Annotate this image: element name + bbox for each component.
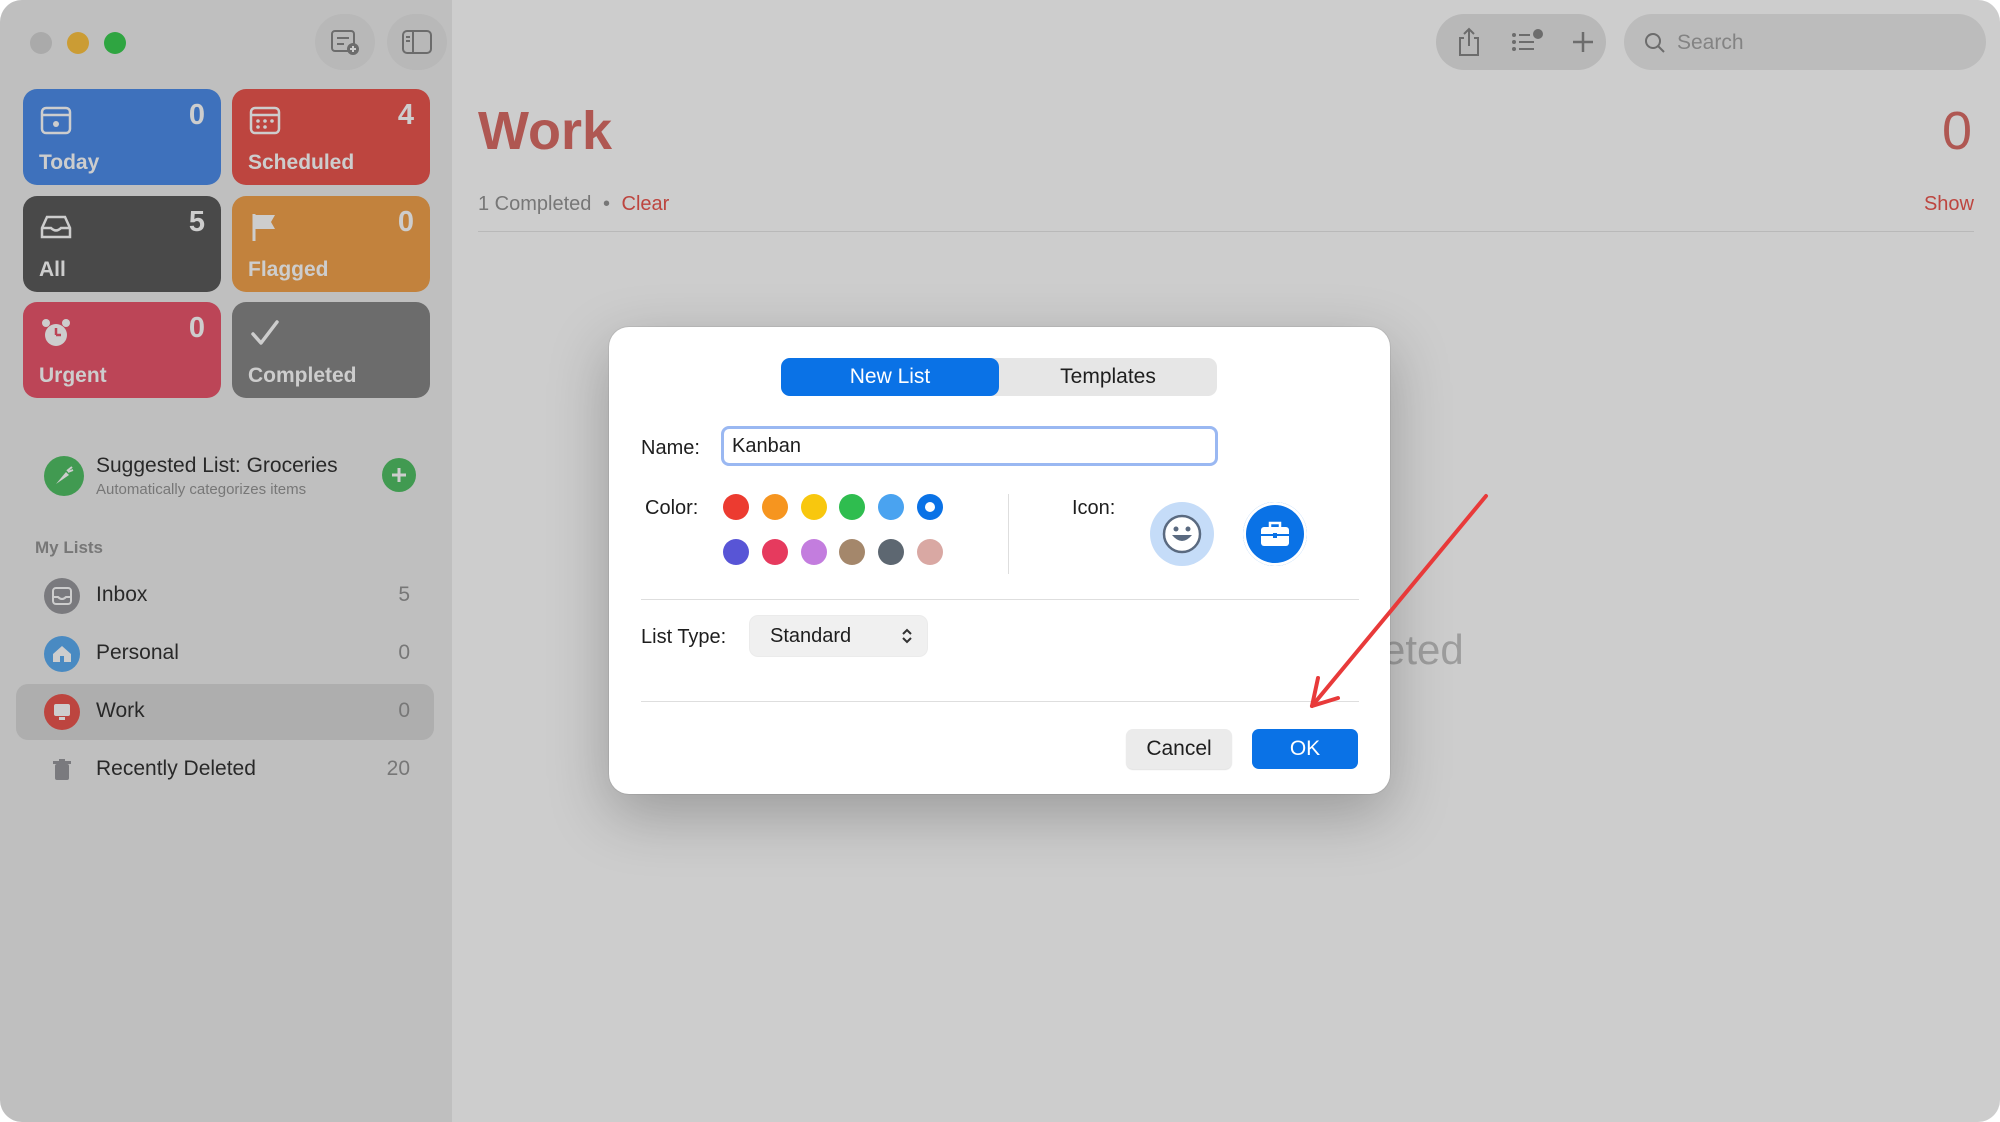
- color-swatch-light-blue[interactable]: [878, 494, 904, 520]
- tab-templates[interactable]: Templates: [999, 358, 1217, 396]
- list-type-label: List Type:: [641, 626, 727, 648]
- color-swatch-green[interactable]: [839, 494, 865, 520]
- color-swatch-gray[interactable]: [878, 539, 904, 565]
- color-swatch-yellow[interactable]: [801, 494, 827, 520]
- color-swatch-orange[interactable]: [762, 494, 788, 520]
- annotation-arrow: [1310, 494, 1488, 708]
- ok-button[interactable]: OK: [1252, 729, 1358, 769]
- icon-option-smiley[interactable]: [1150, 502, 1214, 566]
- reminders-window: 0 Today 4 Scheduled 5 All 0 Flagged 0 Ur…: [0, 0, 2000, 1122]
- color-icon-divider: [1008, 494, 1009, 574]
- color-swatch-pink[interactable]: [762, 539, 788, 565]
- smiley-icon: [1162, 514, 1202, 554]
- color-swatch-rose[interactable]: [917, 539, 943, 565]
- color-swatch-indigo[interactable]: [723, 539, 749, 565]
- dialog-tab-control: New List Templates: [781, 358, 1217, 396]
- color-swatch-blue-selected[interactable]: [917, 494, 943, 520]
- name-label: Name:: [641, 437, 700, 459]
- color-swatch-red[interactable]: [723, 494, 749, 520]
- up-down-chevron-icon: [902, 628, 912, 644]
- color-label: Color:: [645, 497, 699, 519]
- dialog-divider-top: [641, 599, 1359, 600]
- dialog-divider-bottom: [641, 701, 1359, 702]
- list-type-select[interactable]: Standard: [750, 616, 927, 656]
- briefcase-icon: [1261, 521, 1289, 546]
- color-swatch-purple[interactable]: [801, 539, 827, 565]
- cancel-button[interactable]: Cancel: [1126, 729, 1232, 769]
- list-name-input[interactable]: [721, 426, 1218, 466]
- new-list-dialog: New List Templates Name: Color: Icon: Li…: [609, 327, 1390, 794]
- tab-new-list[interactable]: New List: [781, 358, 999, 396]
- color-swatch-brown[interactable]: [839, 539, 865, 565]
- list-type-value: Standard: [770, 624, 852, 647]
- icon-label: Icon:: [1072, 497, 1116, 519]
